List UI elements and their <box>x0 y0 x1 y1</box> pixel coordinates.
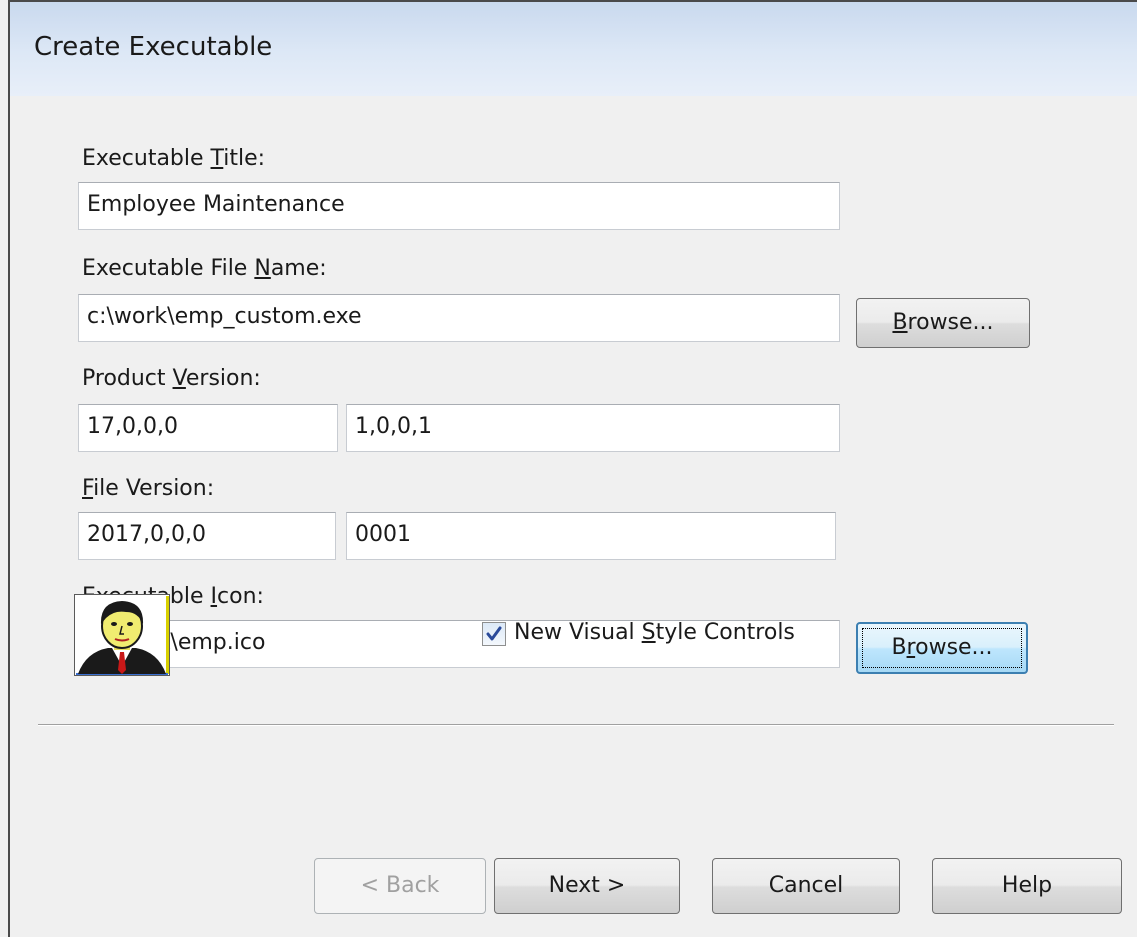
visual-style-checkbox[interactable] <box>482 622 506 646</box>
browse-icon-button[interactable]: Browse... <box>856 622 1028 674</box>
create-executable-dialog: Create Executable Executable Title: Empl… <box>0 0 1137 937</box>
window-title: Create Executable <box>34 32 273 62</box>
title-bar[interactable]: Create Executable <box>10 2 1137 96</box>
executable-title-label: Executable Title: <box>82 146 266 171</box>
next-button[interactable]: Next > <box>494 858 680 914</box>
browse-file-name-button[interactable]: Browse... <box>856 298 1030 348</box>
visual-style-checkbox-label[interactable]: New Visual Style Controls <box>514 620 795 645</box>
person-icon <box>73 593 171 677</box>
product-version-input-1[interactable]: 17,0,0,0 <box>78 404 338 452</box>
executable-title-input[interactable]: Employee Maintenance <box>78 182 840 230</box>
separator-line <box>38 724 1114 726</box>
window-border-left <box>8 0 10 937</box>
help-button[interactable]: Help <box>932 858 1122 914</box>
file-version-input-2[interactable]: 0001 <box>346 512 836 560</box>
cancel-button[interactable]: Cancel <box>712 858 900 914</box>
file-version-label: File Version: <box>82 476 215 501</box>
checkmark-icon <box>486 626 502 641</box>
executable-file-name-input[interactable]: c:\work\emp_custom.exe <box>78 294 840 342</box>
back-button[interactable]: < Back <box>314 858 486 914</box>
product-version-input-2[interactable]: 1,0,0,1 <box>346 404 840 452</box>
file-version-input-1[interactable]: 2017,0,0,0 <box>78 512 336 560</box>
executable-file-name-label: Executable File Name: <box>82 256 327 281</box>
product-version-label: Product Version: <box>82 366 261 391</box>
